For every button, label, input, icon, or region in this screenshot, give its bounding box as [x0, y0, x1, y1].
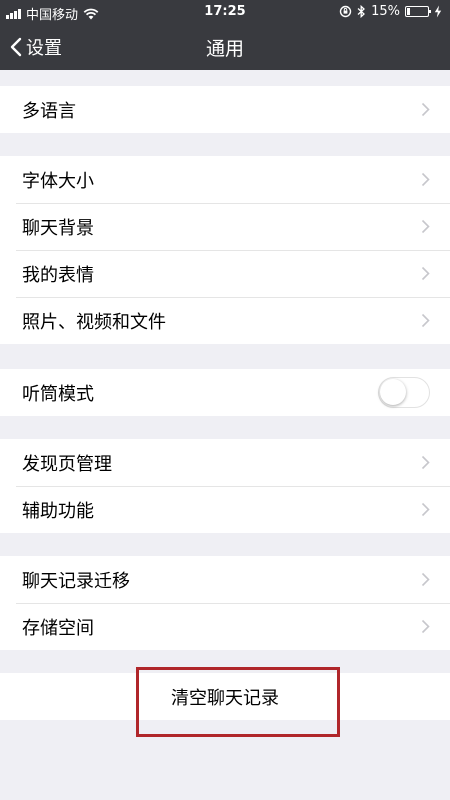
chevron-right-icon [421, 502, 430, 517]
chevron-right-icon [421, 172, 430, 187]
battery-percent: 15% [371, 4, 400, 19]
menu-item-label: 辅助功能 [22, 500, 94, 522]
group-display: 字体大小 聊天背景 我的表情 照片、视频和文件 [0, 156, 450, 344]
chevron-right-icon [421, 619, 430, 634]
status-right: 15% [339, 4, 442, 19]
menu-item-label: 存储空间 [22, 617, 94, 639]
chevron-right-icon [421, 102, 430, 117]
chevron-right-icon [421, 219, 430, 234]
menu-item-accessibility[interactable]: 辅助功能 [0, 486, 450, 533]
menu-item-chat-background[interactable]: 聊天背景 [0, 203, 450, 250]
menu-item-font-size[interactable]: 字体大小 [0, 156, 450, 203]
menu-item-label: 聊天背景 [22, 217, 94, 239]
menu-item-chat-migration[interactable]: 聊天记录迁移 [0, 556, 450, 603]
menu-item-label: 发现页管理 [22, 453, 112, 475]
group-language: 多语言 [0, 86, 450, 133]
menu-item-media[interactable]: 照片、视频和文件 [0, 297, 450, 344]
chevron-right-icon [421, 266, 430, 281]
menu-item-label: 听筒模式 [22, 383, 94, 405]
menu-item-earpiece-mode: 听筒模式 [0, 369, 450, 416]
menu-item-label: 字体大小 [22, 170, 94, 192]
menu-item-my-stickers[interactable]: 我的表情 [0, 250, 450, 297]
orientation-lock-icon [339, 5, 352, 18]
group-storage: 聊天记录迁移 存储空间 [0, 556, 450, 650]
menu-item-storage-space[interactable]: 存储空间 [0, 603, 450, 650]
menu-item-label: 我的表情 [22, 264, 94, 286]
chevron-right-icon [421, 455, 430, 470]
group-earpiece: 听筒模式 [0, 369, 450, 416]
chevron-right-icon [421, 313, 430, 328]
menu-item-label: 多语言 [22, 100, 76, 122]
battery-icon [405, 6, 431, 17]
menu-item-label: 照片、视频和文件 [22, 311, 166, 333]
status-bar: 中国移动 17:25 15% [0, 0, 450, 24]
highlight-box [136, 667, 340, 737]
page-title: 通用 [205, 38, 244, 60]
toggle-knob [380, 379, 406, 405]
charging-bolt-icon [434, 5, 442, 18]
menu-item-language[interactable]: 多语言 [0, 86, 450, 133]
earpiece-mode-toggle[interactable] [378, 377, 430, 408]
group-discover: 发现页管理 辅助功能 [0, 439, 450, 533]
menu-item-label: 聊天记录迁移 [22, 570, 130, 592]
menu-item-discover-manage[interactable]: 发现页管理 [0, 439, 450, 486]
nav-bar: 设置 通用 [0, 24, 450, 70]
bluetooth-icon [357, 5, 366, 18]
chevron-right-icon [421, 572, 430, 587]
